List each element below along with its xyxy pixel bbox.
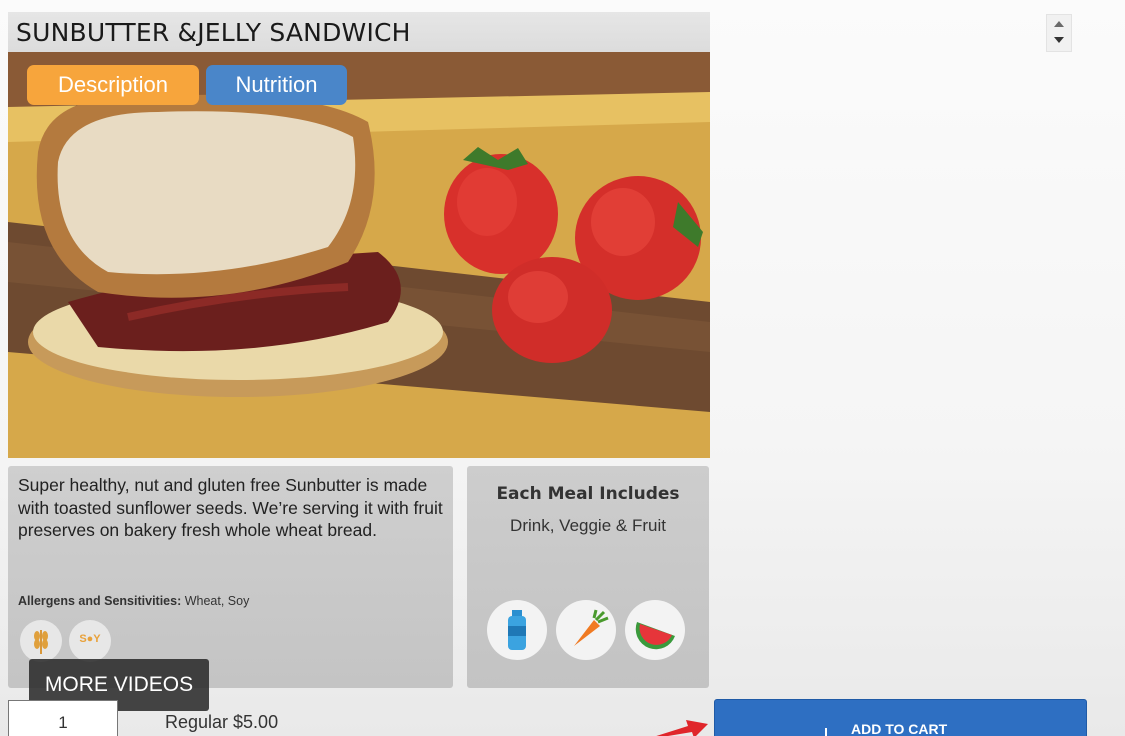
allergens-label: Allergens and Sensitivities: xyxy=(18,594,182,608)
price-label: Regular $5.00 xyxy=(165,712,279,732)
quantity-input[interactable]: 1 xyxy=(8,700,118,736)
soy-icon: S●Y xyxy=(69,620,111,662)
soy-icon-text: S●Y xyxy=(79,633,101,645)
description-panel: Super healthy, nut and gluten free Sunbu… xyxy=(8,466,453,688)
meal-includes-subtitle: Drink, Veggie & Fruit xyxy=(510,516,666,535)
tab-description[interactable]: Description xyxy=(27,65,199,105)
cursor-icon xyxy=(825,728,827,736)
tab-nutrition[interactable]: Nutrition xyxy=(206,65,347,105)
product-description: Super healthy, nut and gluten free Sunbu… xyxy=(18,475,443,540)
allergens-value: Wheat, Soy xyxy=(184,594,250,608)
add-to-cart-label: ADD TO CART xyxy=(851,721,948,736)
scroll-down-icon[interactable] xyxy=(1054,37,1064,43)
add-to-cart-button[interactable]: ADD TO CART xyxy=(714,699,1087,736)
product-photo xyxy=(8,52,710,458)
watermelon-icon xyxy=(625,600,685,660)
carrot-icon xyxy=(556,600,616,660)
product-title: SUNBUTTER &JELLY SANDWICH xyxy=(16,18,411,47)
allergens-line: Allergens and Sensitivities: Wheat, Soy xyxy=(18,594,249,608)
wheat-icon xyxy=(20,620,62,662)
meal-includes-title: Each Meal Includes xyxy=(496,484,680,504)
scroll-up-icon[interactable] xyxy=(1054,21,1064,27)
annotation-arrow-icon xyxy=(656,720,708,736)
scroll-stepper[interactable] xyxy=(1046,14,1072,52)
water-bottle-icon xyxy=(487,600,547,660)
product-title-bar: SUNBUTTER &JELLY SANDWICH xyxy=(8,12,710,52)
meal-includes-panel: Each Meal Includes Drink, Veggie & Fruit xyxy=(467,466,709,688)
